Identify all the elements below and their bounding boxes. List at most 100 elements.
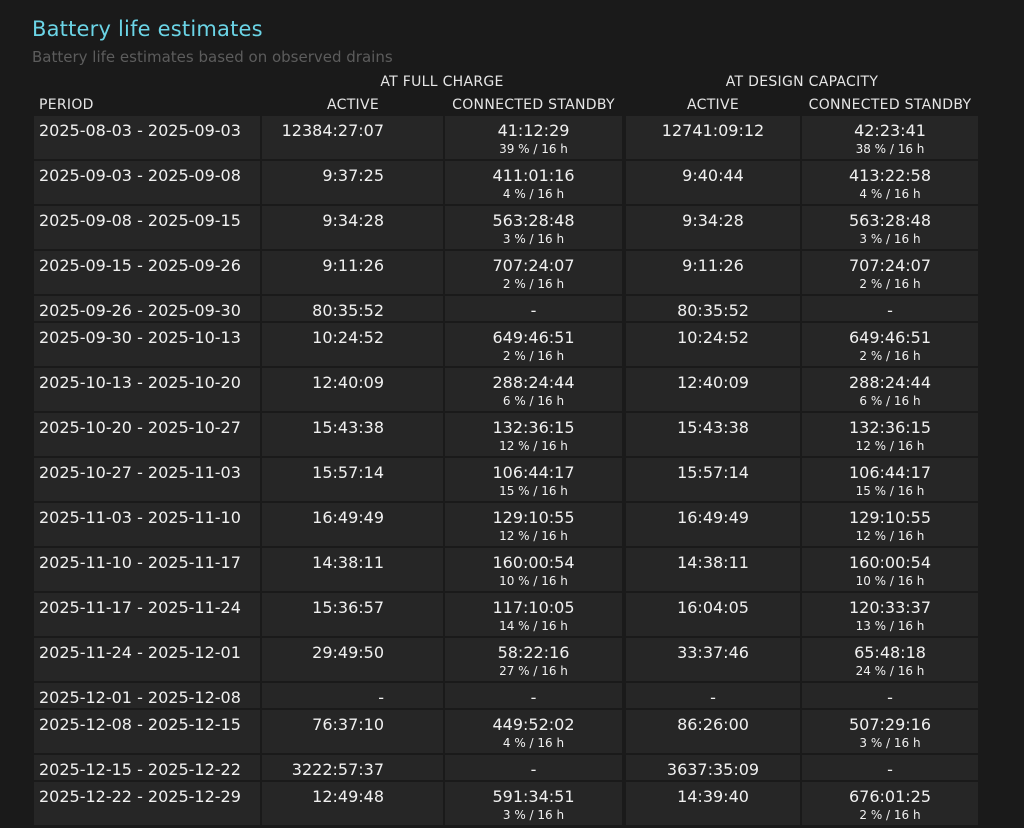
design-active-cell: 15:57:14 <box>626 458 800 501</box>
active-time: 12741:09:12 <box>661 121 765 140</box>
period-text: 2025-11-03 - 2025-11-10 <box>39 508 241 527</box>
full-charge-active-cell: 12:40:09 <box>262 368 443 411</box>
full-charge-standby-cell: 132:36:15 12 % / 16 h <box>445 413 622 456</box>
period-text: 2025-09-26 - 2025-09-30 <box>39 301 241 320</box>
standby-time: 563:28:48 <box>848 211 932 230</box>
standby-time: 129:10:55 <box>848 508 932 527</box>
full-charge-active-cell: 12384:27:07 <box>262 116 443 159</box>
standby-drain-rate: 6 % / 16 h <box>502 394 565 408</box>
standby-drain-rate: 24 % / 16 h <box>855 664 925 678</box>
full-charge-standby-cell: 591:34:51 3 % / 16 h <box>445 782 622 825</box>
standby-time: 649:46:51 <box>492 328 575 347</box>
design-active-cell: 15:43:38 <box>626 413 800 456</box>
full-charge-standby-cell: 129:10:55 12 % / 16 h <box>445 503 622 546</box>
table-row: 2025-12-01 - 2025-12-08 - - - - <box>34 683 978 710</box>
period-text: 2025-10-13 - 2025-10-20 <box>39 373 241 392</box>
period-text: 2025-09-08 - 2025-09-15 <box>39 211 241 230</box>
standby-drain-rate: 2 % / 16 h <box>502 277 565 291</box>
active-time: 29:49:50 <box>312 643 384 662</box>
period-cell: 2025-09-30 - 2025-10-13 <box>34 323 260 366</box>
table-row: 2025-09-03 - 2025-09-08 9:37:25 411:01:16 4… <box>34 161 978 206</box>
table-row: 2025-10-13 - 2025-10-20 12:40:09 288:24:44… <box>34 368 978 413</box>
active-time: 14:38:11 <box>677 553 749 572</box>
active-time: 16:49:49 <box>677 508 749 527</box>
design-standby-cell: 42:23:41 38 % / 16 h <box>802 116 978 159</box>
design-standby-cell: 132:36:15 12 % / 16 h <box>802 413 978 456</box>
active-time: 76:37:10 <box>312 715 384 734</box>
standby-drain-rate: 4 % / 16 h <box>502 736 565 750</box>
design-active-cell: 10:24:52 <box>626 323 800 366</box>
full-charge-standby-cell: 117:10:05 14 % / 16 h <box>445 593 622 636</box>
period-text: 2025-08-03 - 2025-09-03 <box>39 121 241 140</box>
design-active-cell: 16:49:49 <box>626 503 800 546</box>
period-cell: 2025-12-08 - 2025-12-15 <box>34 710 260 753</box>
design-active-cell: - <box>626 683 800 708</box>
active-time: 9:37:25 <box>322 166 384 185</box>
standby-time: 120:33:37 <box>848 598 932 617</box>
full-charge-standby-cell: 649:46:51 2 % / 16 h <box>445 323 622 366</box>
full-charge-active-cell: 10:24:52 <box>262 323 443 366</box>
design-standby-cell: - <box>802 296 978 321</box>
period-cell: 2025-12-15 - 2025-12-22 <box>34 755 260 780</box>
period-text: 2025-12-15 - 2025-12-22 <box>39 760 241 779</box>
period-cell: 2025-08-03 - 2025-09-03 <box>34 116 260 159</box>
design-active-cell: 12:40:09 <box>626 368 800 411</box>
full-charge-active-cell: 29:49:50 <box>262 638 443 681</box>
table-row: 2025-09-08 - 2025-09-15 9:34:28 563:28:48 3… <box>34 206 978 251</box>
table-row: 2025-12-15 - 2025-12-22 3222:57:37 - 3637:3… <box>34 755 978 782</box>
full-charge-standby-cell: 41:12:29 39 % / 16 h <box>445 116 622 159</box>
design-active-cell: 12741:09:12 <box>626 116 800 159</box>
design-active-cell: 9:11:26 <box>626 251 800 294</box>
period-cell: 2025-12-22 - 2025-12-29 <box>34 782 260 825</box>
column-header-period: PERIOD <box>39 97 94 113</box>
column-header-design-active: ACTIVE <box>686 97 739 113</box>
standby-time: 507:29:16 <box>848 715 932 734</box>
design-standby-cell: 120:33:37 13 % / 16 h <box>802 593 978 636</box>
standby-time: - <box>530 301 537 320</box>
design-standby-cell: 288:24:44 6 % / 16 h <box>802 368 978 411</box>
standby-time: - <box>887 688 893 707</box>
group-header-design-capacity: AT DESIGN CAPACITY <box>725 74 879 90</box>
standby-time: 41:12:29 <box>497 121 570 140</box>
standby-time: - <box>887 301 893 320</box>
full-charge-active-cell: 3222:57:37 <box>262 755 443 780</box>
period-text: 2025-12-08 - 2025-12-15 <box>39 715 241 734</box>
period-cell: 2025-12-01 - 2025-12-08 <box>34 683 260 708</box>
standby-time: 649:46:51 <box>848 328 932 347</box>
full-charge-standby-cell: 58:22:16 27 % / 16 h <box>445 638 622 681</box>
design-active-cell: 80:35:52 <box>626 296 800 321</box>
design-standby-cell: - <box>802 683 978 708</box>
design-active-cell: 14:39:40 <box>626 782 800 825</box>
standby-time: 288:24:44 <box>848 373 932 392</box>
standby-drain-rate: 27 % / 16 h <box>499 664 568 678</box>
group-header-full-charge: AT FULL CHARGE <box>380 74 504 90</box>
active-time: 33:37:46 <box>677 643 749 662</box>
active-time: 9:40:44 <box>682 166 744 185</box>
design-active-cell: 33:37:46 <box>626 638 800 681</box>
standby-drain-rate: 2 % / 16 h <box>859 277 921 291</box>
standby-time: - <box>530 688 537 707</box>
full-charge-standby-cell: 411:01:16 4 % / 16 h <box>445 161 622 204</box>
full-charge-standby-cell: - <box>445 755 622 780</box>
full-charge-standby-cell: 563:28:48 3 % / 16 h <box>445 206 622 249</box>
active-time: 12:49:48 <box>312 787 384 806</box>
active-time: 12:40:09 <box>677 373 749 392</box>
design-standby-cell: 413:22:58 4 % / 16 h <box>802 161 978 204</box>
full-charge-active-cell: 9:34:28 <box>262 206 443 249</box>
full-charge-standby-cell: 160:00:54 10 % / 16 h <box>445 548 622 591</box>
active-time: 15:57:14 <box>677 463 749 482</box>
standby-time: 707:24:07 <box>492 256 575 275</box>
period-text: 2025-11-10 - 2025-11-17 <box>39 553 241 572</box>
active-time: 9:34:28 <box>322 211 384 230</box>
table-row: 2025-09-26 - 2025-09-30 80:35:52 - 80:35:52… <box>34 296 978 323</box>
design-standby-cell: 649:46:51 2 % / 16 h <box>802 323 978 366</box>
table-row: 2025-09-15 - 2025-09-26 9:11:26 707:24:07 2… <box>34 251 978 296</box>
design-standby-cell: 563:28:48 3 % / 16 h <box>802 206 978 249</box>
page-title: Battery life estimates <box>32 17 263 41</box>
active-time: 9:11:26 <box>682 256 744 275</box>
active-time: 16:49:49 <box>312 508 384 527</box>
full-charge-standby-cell: 106:44:17 15 % / 16 h <box>445 458 622 501</box>
full-charge-standby-cell: 288:24:44 6 % / 16 h <box>445 368 622 411</box>
full-charge-active-cell: 16:49:49 <box>262 503 443 546</box>
active-time: 16:04:05 <box>677 598 749 617</box>
